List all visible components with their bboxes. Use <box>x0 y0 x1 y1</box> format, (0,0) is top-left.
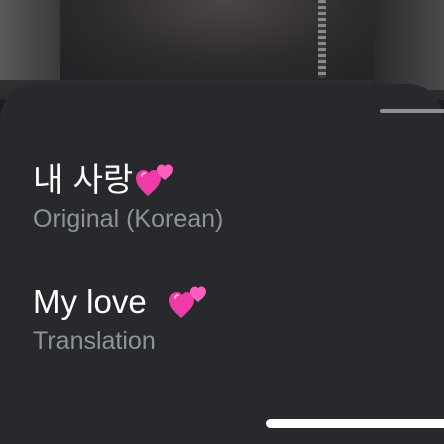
translation-text-row: My love <box>33 282 208 322</box>
two-hearts-icon <box>168 284 208 320</box>
original-text: 내 사랑 <box>33 161 134 198</box>
photo-zipper <box>318 0 326 78</box>
original-text-row: 내 사랑 <box>33 160 223 200</box>
original-language-label: Original (Korean) <box>33 205 224 233</box>
translation-label: Translation <box>33 327 156 355</box>
photo-right-area <box>374 0 444 90</box>
home-indicator[interactable] <box>266 419 444 428</box>
original-entry: 내 사랑 Original (Korean) <box>33 160 223 234</box>
sheet-grabber-handle[interactable] <box>380 109 444 113</box>
translation-text: My love <box>33 283 156 320</box>
photo-jacket <box>60 0 390 80</box>
translation-entry: My love Translation <box>33 282 208 356</box>
two-hearts-icon <box>135 162 175 198</box>
translation-sheet[interactable] <box>0 84 444 444</box>
photo-left-area <box>0 0 60 80</box>
screen: 내 사랑 Original (Korean) My love Translati… <box>0 0 444 444</box>
